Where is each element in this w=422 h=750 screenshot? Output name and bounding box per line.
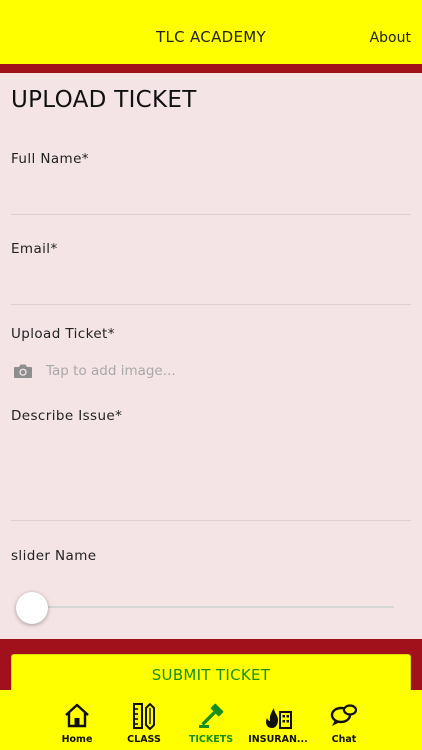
tab-insurance[interactable]: INSURAN... [245,690,311,750]
add-image-button[interactable]: Tap to add image... [11,361,411,383]
tab-label: Chat [331,734,357,745]
header: TLC ACADEMY About [0,0,422,64]
email-label: Email* [11,241,58,257]
bottom-tab-bar: Home CLASS TICKETS INSURAN... Chat [0,690,422,750]
tab-tickets[interactable]: TICKETS [178,690,244,750]
upload-placeholder: Tap to add image... [46,363,176,379]
email-underline [11,304,411,305]
describe-issue-input[interactable] [11,429,411,519]
tab-label: INSURAN... [248,734,308,745]
upload-ticket-label: Upload Ticket* [11,326,115,342]
gavel-icon [199,703,224,728]
page-title: UPLOAD TICKET [11,87,197,113]
tab-home[interactable]: Home [44,690,110,750]
tab-label: TICKETS [188,734,234,745]
email-input[interactable] [11,263,411,303]
describe-issue-label: Describe Issue* [11,408,123,424]
tab-label: Home [61,734,93,745]
full-name-label: Full Name* [11,151,89,167]
tab-class[interactable]: CLASS [111,690,177,750]
app-title: TLC ACADEMY [156,28,266,46]
describe-issue-underline [11,520,411,521]
value-slider[interactable] [16,590,394,624]
full-name-input[interactable] [11,173,411,213]
tab-label: CLASS [127,734,161,745]
fire-building-icon [266,708,292,729]
slider-label: slider Name [11,548,97,564]
slider-track [30,606,394,608]
upload-ticket-form: UPLOAD TICKET Full Name* Email* Upload T… [0,73,422,639]
header-divider-band [0,64,422,73]
tab-chat[interactable]: Chat [311,690,377,750]
chat-bubbles-icon [330,704,358,726]
home-icon [65,703,89,728]
slider-thumb[interactable] [16,592,48,624]
full-name-underline [11,214,411,215]
about-link[interactable]: About [370,30,411,46]
camera-icon [14,364,32,378]
ruler-pencil-icon [133,702,155,730]
